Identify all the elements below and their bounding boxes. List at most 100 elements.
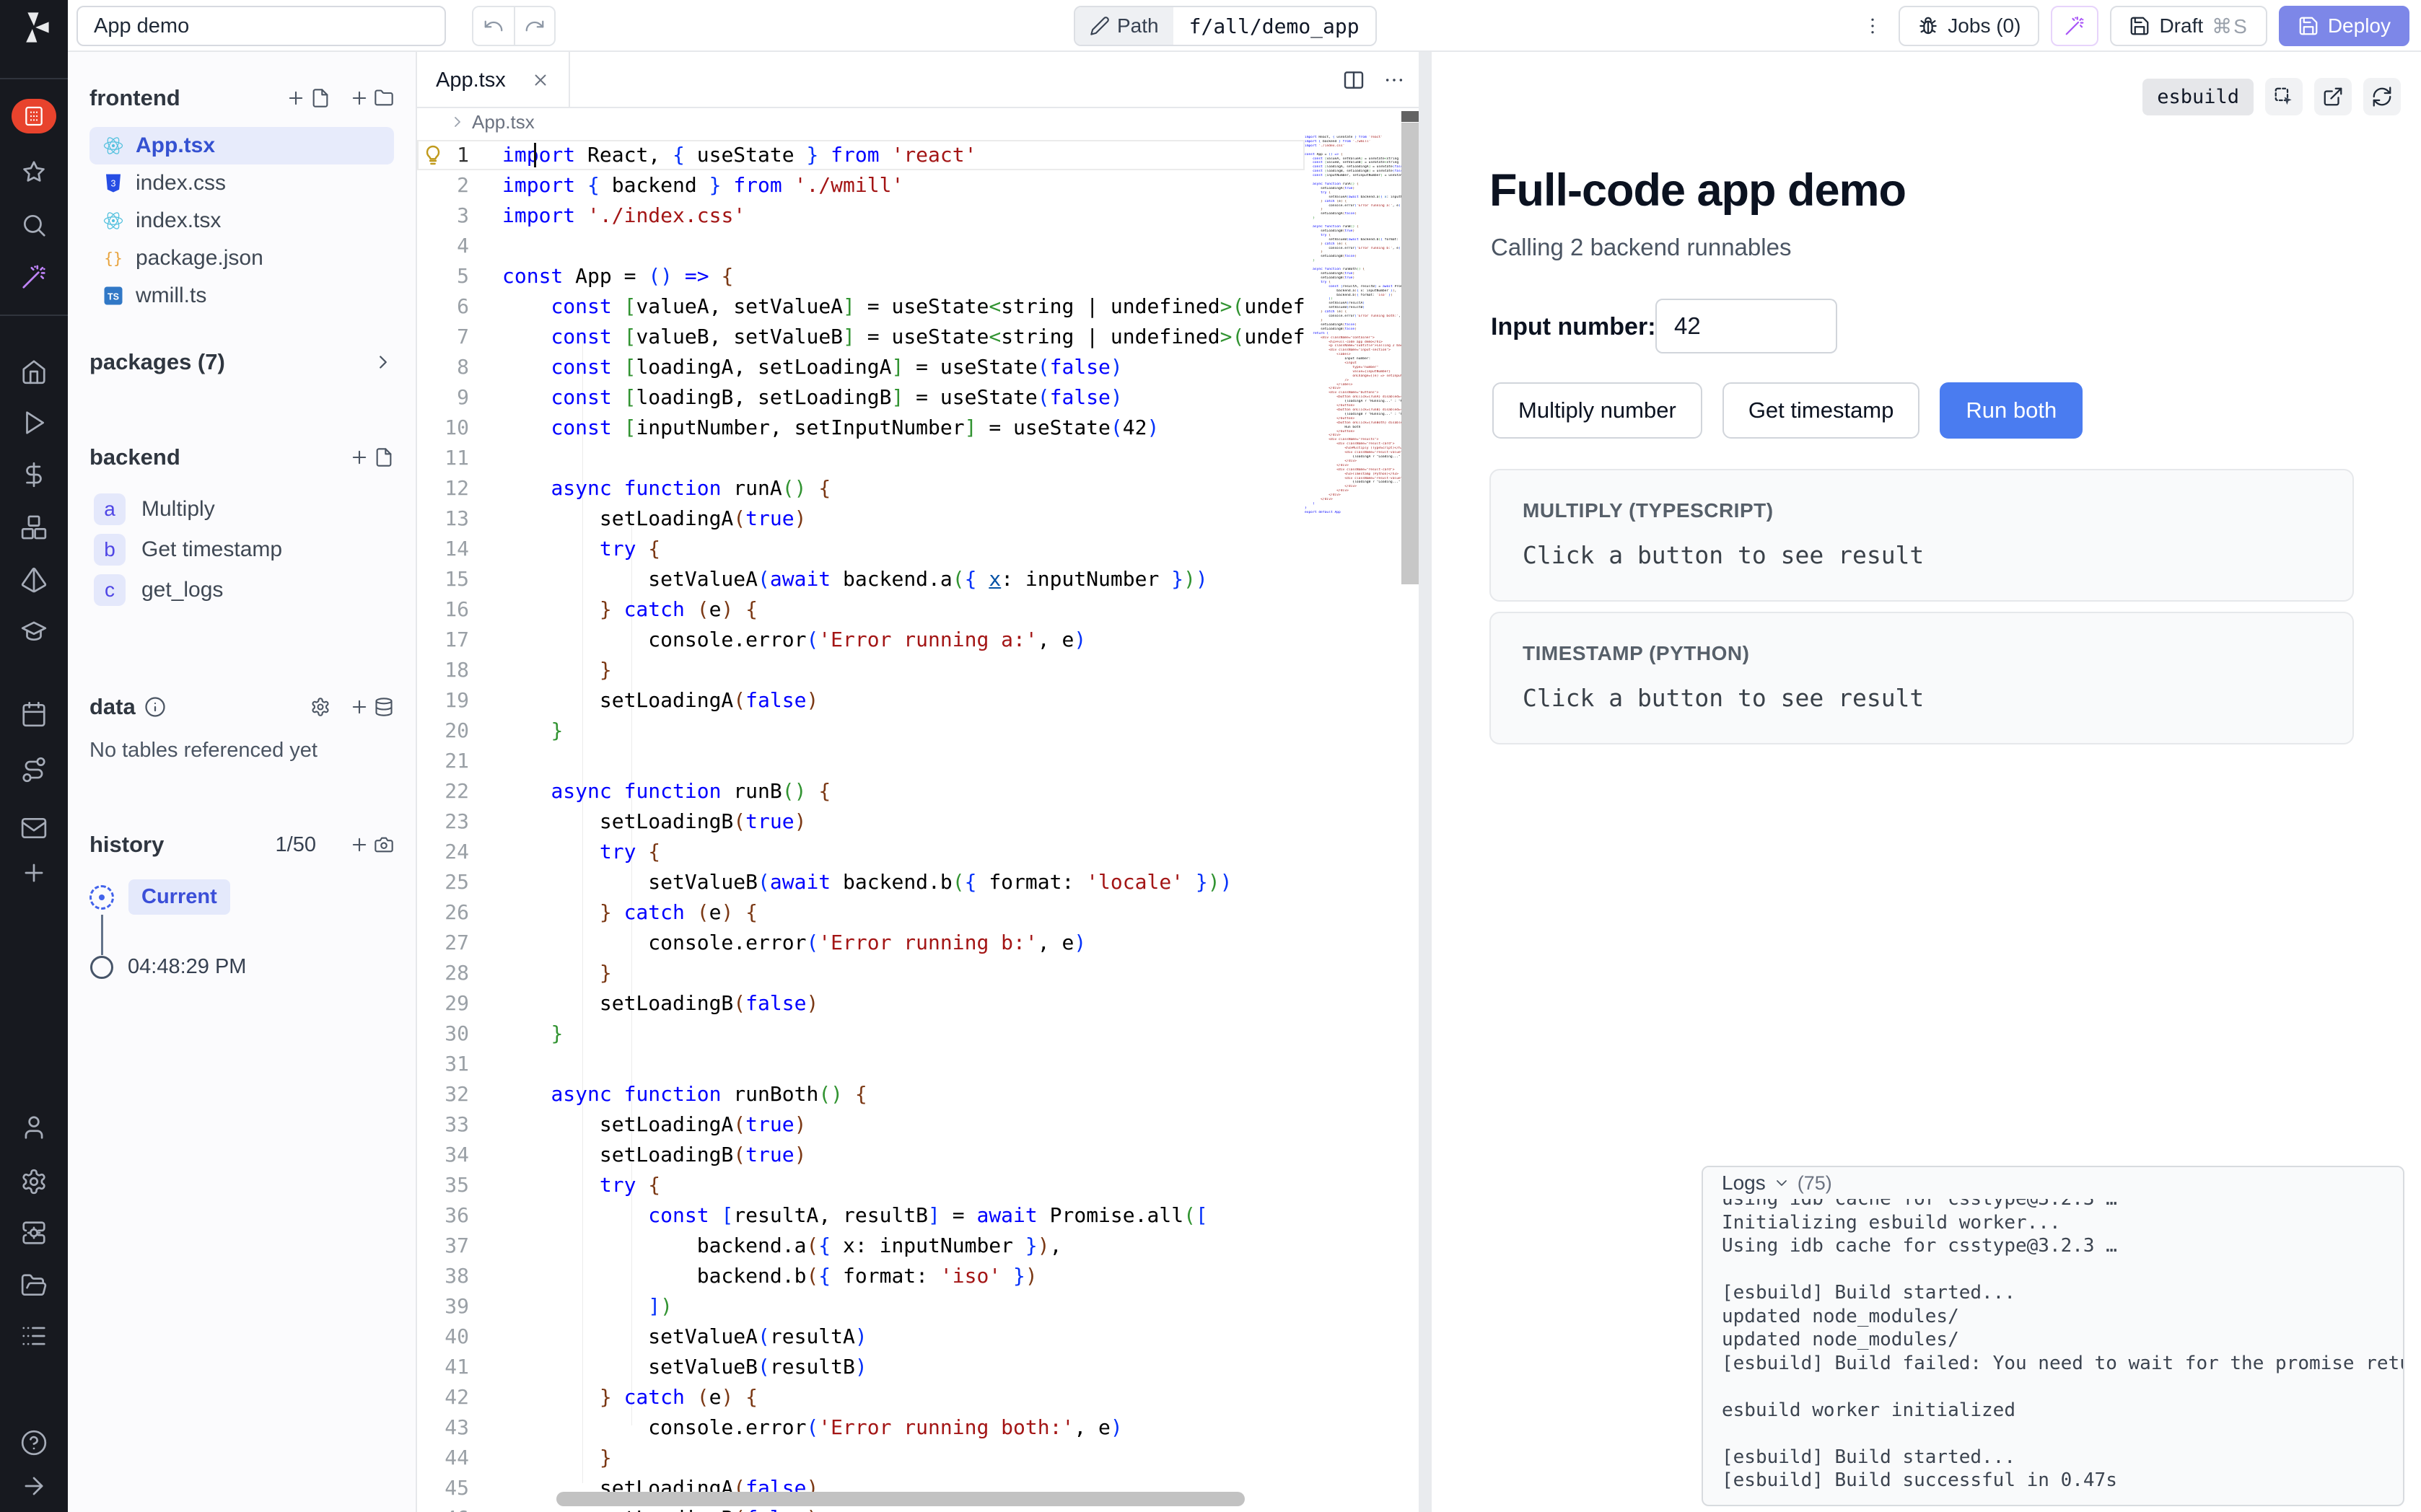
line-number[interactable]: 28	[417, 958, 502, 988]
add-table-button[interactable]	[349, 697, 394, 717]
code-line-27[interactable]: 27 console.error('Error running b:', e)	[417, 928, 1305, 958]
info-icon[interactable]	[144, 696, 166, 718]
code-line-13[interactable]: 13 setLoadingA(true)	[417, 504, 1305, 534]
code-line-20[interactable]: 20 }	[417, 716, 1305, 746]
rail-icon-plus[interactable]	[0, 852, 68, 894]
line-number[interactable]: 19	[417, 685, 502, 716]
rail-icon-mail[interactable]	[0, 807, 68, 849]
line-number[interactable]: 3	[417, 201, 502, 231]
rail-icon-route[interactable]	[0, 749, 68, 791]
line-number[interactable]: 14	[417, 534, 502, 564]
code-line-6[interactable]: 6 const [valueA, setValueA] = useState<s…	[417, 291, 1305, 322]
code-line-22[interactable]: 22 async function runB() {	[417, 776, 1305, 806]
rail-icon-server-cog[interactable]	[0, 1212, 68, 1254]
line-number[interactable]: 13	[417, 504, 502, 534]
rail-icon-play[interactable]	[0, 402, 68, 444]
code-line-18[interactable]: 18 }	[417, 655, 1305, 685]
history-snapshot-row[interactable]: 04:48:29 PM	[89, 955, 394, 979]
path-control[interactable]: Path f/all/demo_app	[1074, 6, 1377, 46]
line-number[interactable]: 38	[417, 1261, 502, 1291]
line-number[interactable]: 36	[417, 1200, 502, 1231]
minimap[interactable]: import React, { useState } from 'react'i…	[1305, 136, 1401, 1512]
code-line-7[interactable]: 7 const [valueB, setValueB] = useState<s…	[417, 322, 1305, 352]
scrollbar-thumb[interactable]	[556, 1492, 1245, 1506]
code-line-9[interactable]: 9 const [loadingB, setLoadingB] = useSta…	[417, 382, 1305, 413]
code-line-35[interactable]: 35 try {	[417, 1170, 1305, 1200]
rail-icon-star[interactable]	[0, 151, 68, 193]
rail-icon-app-grid[interactable]	[0, 95, 68, 137]
code-line-43[interactable]: 43 console.error('Error running both:', …	[417, 1412, 1305, 1443]
close-icon[interactable]	[531, 71, 550, 89]
code-line-4[interactable]: 4	[417, 231, 1305, 261]
code-line-21[interactable]: 21	[417, 746, 1305, 776]
line-number[interactable]: 21	[417, 746, 502, 776]
code-line-26[interactable]: 26 } catch (e) {	[417, 897, 1305, 928]
code-line-15[interactable]: 15 setValueA(await backend.a({ x: inputN…	[417, 564, 1305, 594]
lightbulb-icon[interactable]	[421, 144, 445, 167]
rail-icon-user[interactable]	[0, 1107, 68, 1148]
line-number[interactable]: 8	[417, 352, 502, 382]
code-line-19[interactable]: 19 setLoadingA(false)	[417, 685, 1305, 716]
line-number[interactable]: 23	[417, 806, 502, 837]
code-line-32[interactable]: 32 async function runBoth() {	[417, 1079, 1305, 1109]
code-line-25[interactable]: 25 setValueB(await backend.b({ format: '…	[417, 867, 1305, 897]
line-number[interactable]: 18	[417, 655, 502, 685]
tab-app-tsx[interactable]: App.tsx	[417, 52, 570, 108]
rail-icon-calendar[interactable]	[0, 693, 68, 735]
line-number[interactable]: 34	[417, 1140, 502, 1170]
packages-section-toggle[interactable]: packages (7)	[89, 349, 394, 375]
runnable-item-a[interactable]: aMultiply	[89, 489, 394, 529]
data-settings-button[interactable]	[310, 697, 330, 717]
line-number[interactable]: 44	[417, 1443, 502, 1473]
line-number[interactable]: 30	[417, 1019, 502, 1049]
line-number[interactable]: 6	[417, 291, 502, 322]
line-number[interactable]: 24	[417, 837, 502, 867]
code-line-30[interactable]: 30 }	[417, 1019, 1305, 1049]
file-item-index-tsx[interactable]: index.tsx	[89, 202, 394, 239]
rail-icon-graduation-cap[interactable]	[0, 610, 68, 651]
scrollbar-thumb[interactable]	[1401, 123, 1419, 584]
line-number[interactable]: 4	[417, 231, 502, 261]
rail-icon-wand[interactable]	[0, 256, 68, 298]
history-current-chip[interactable]: Current	[128, 879, 230, 915]
line-number[interactable]: 32	[417, 1079, 502, 1109]
breadcrumb-file[interactable]: App.tsx	[472, 111, 535, 133]
line-number[interactable]: 40	[417, 1322, 502, 1352]
add-folder-button[interactable]	[349, 88, 394, 108]
rail-icon-list[interactable]	[0, 1315, 68, 1357]
code-line-12[interactable]: 12 async function runA() {	[417, 473, 1305, 504]
code-line-31[interactable]: 31	[417, 1049, 1305, 1079]
line-number[interactable]: 43	[417, 1412, 502, 1443]
line-number[interactable]: 10	[417, 413, 502, 443]
line-number[interactable]: 37	[417, 1231, 502, 1261]
file-item-wmill-ts[interactable]: TSwmill.ts	[89, 277, 394, 315]
rail-icon-search[interactable]	[0, 204, 68, 246]
windmill-logo-icon[interactable]	[12, 9, 56, 46]
code-line-10[interactable]: 10 const [inputNumber, setInputNumber] =…	[417, 413, 1305, 443]
add-snapshot-button[interactable]	[349, 835, 394, 855]
line-number[interactable]: 25	[417, 867, 502, 897]
code-line-42[interactable]: 42 } catch (e) {	[417, 1382, 1305, 1412]
code-line-37[interactable]: 37 backend.a({ x: inputNumber }),	[417, 1231, 1305, 1261]
editor-horizontal-scrollbar[interactable]	[417, 1492, 1305, 1506]
code-line-11[interactable]: 11	[417, 443, 1305, 473]
code-line-29[interactable]: 29 setLoadingB(false)	[417, 988, 1305, 1019]
code-line-40[interactable]: 40 setValueA(resultA)	[417, 1322, 1305, 1352]
line-number[interactable]: 33	[417, 1109, 502, 1140]
editor-vertical-scrollbar[interactable]	[1401, 84, 1419, 1512]
add-runnable-button[interactable]	[349, 447, 394, 467]
code-line-16[interactable]: 16 } catch (e) {	[417, 594, 1305, 625]
code-line-5[interactable]: 5const App = () => {	[417, 261, 1305, 291]
line-number[interactable]: 5	[417, 261, 502, 291]
line-number[interactable]: 17	[417, 625, 502, 655]
code-line-3[interactable]: 3import './index.css'	[417, 201, 1305, 231]
code-line-39[interactable]: 39 ])	[417, 1291, 1305, 1322]
file-item-index-css[interactable]: 3index.css	[89, 164, 394, 202]
input-number-field[interactable]	[1655, 299, 1837, 353]
rail-icon-boxes[interactable]	[0, 506, 68, 548]
line-number[interactable]: 20	[417, 716, 502, 746]
code-line-33[interactable]: 33 setLoadingA(true)	[417, 1109, 1305, 1140]
code-line-36[interactable]: 36 const [resultA, resultB] = await Prom…	[417, 1200, 1305, 1231]
rail-icon-settings[interactable]	[0, 1161, 68, 1203]
code-line-38[interactable]: 38 backend.b({ format: 'iso' })	[417, 1261, 1305, 1291]
